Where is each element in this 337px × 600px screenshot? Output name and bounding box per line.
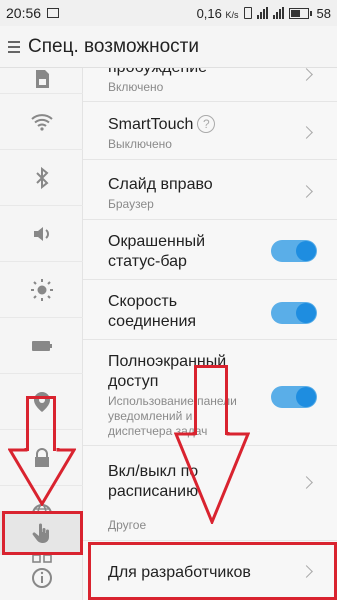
status-time: 20:56 [6,5,42,21]
battery-icon [31,340,52,351]
sidebar-item-display[interactable] [0,262,83,318]
highlight-developers-item [88,542,337,600]
brightness-icon [30,278,53,301]
bluetooth-icon [35,166,48,189]
signal-2-icon [272,7,284,19]
sidebar-item-sim[interactable] [0,50,83,94]
down-arrow-right [174,432,250,524]
connection-speed-toggle[interactable] [271,302,317,324]
connection-speed-setting[interactable]: Скорость соединения [83,280,337,340]
colored-statusbar-setting[interactable]: Окрашенный статус-бар [83,220,337,280]
smarttouch-setting[interactable]: SmartTouch? Выключено [83,102,337,160]
sidebar-item-about[interactable] [0,555,83,600]
sim-card-icon [35,69,49,88]
sidebar-item-bluetooth[interactable] [0,150,83,206]
highlight-arrow-shaft-right [194,365,228,435]
highlight-arrow-shaft-left [26,396,56,451]
battery-percent: 58 [316,5,331,21]
sound-icon [33,226,49,241]
sidebar-item-battery[interactable] [0,318,83,374]
battery-status-icon [288,7,312,19]
info-icon [31,567,52,588]
data-rate: 0,16 K/s [196,5,239,21]
status-bar: 20:56 0,16 K/s 58 [0,0,337,26]
signal-icon [256,7,268,19]
colored-statusbar-toggle[interactable] [271,240,317,262]
swipe-right-setting[interactable]: Слайд вправо Браузер [83,160,337,220]
wake-setting[interactable]: пробуждение Включено [83,68,337,102]
highlight-hand-item [2,511,83,555]
section-other-label: Другое [108,518,147,532]
image-notification-icon [47,8,60,18]
fullscreen-toggle[interactable] [271,386,317,408]
vibrate-icon [243,7,252,19]
wifi-icon [30,113,53,131]
sidebar-item-sound[interactable] [0,206,83,262]
sidebar-item-wifi[interactable] [0,94,83,150]
down-arrow-left [8,448,76,506]
help-icon[interactable]: ? [197,115,216,133]
